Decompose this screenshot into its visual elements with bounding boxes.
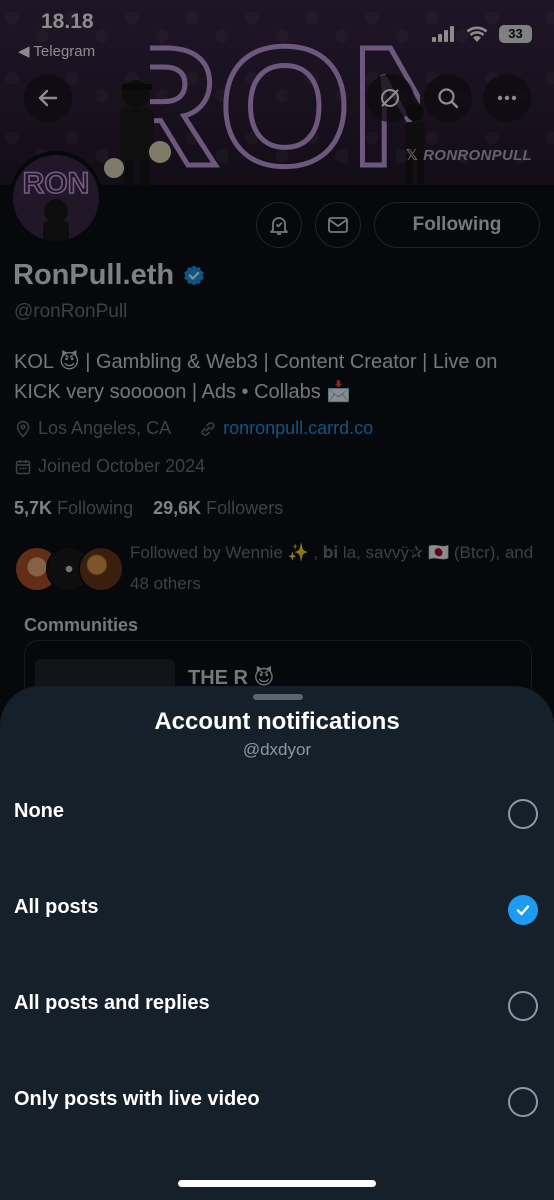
home-indicator[interactable] <box>178 1180 376 1187</box>
option-none[interactable]: None <box>0 774 554 854</box>
option-all-posts-and-replies[interactable]: All posts and replies <box>0 966 554 1046</box>
option-live-video-only[interactable]: Only posts with live video <box>0 1062 554 1142</box>
option-label: All posts <box>14 896 99 918</box>
radio-unchecked-icon[interactable] <box>508 991 538 1021</box>
radio-unchecked-icon[interactable] <box>508 799 538 829</box>
sheet-subtitle: @dxdyor <box>242 740 312 759</box>
checkmark-icon <box>516 905 530 916</box>
option-label: All posts and replies <box>14 992 210 1014</box>
radio-checked-icon[interactable] <box>508 895 538 925</box>
option-label: Only posts with live video <box>14 1088 260 1110</box>
option-all-posts[interactable]: All posts <box>0 870 554 950</box>
radio-unchecked-icon[interactable] <box>508 1087 538 1117</box>
sheet-grabber[interactable] <box>253 694 303 700</box>
account-notifications-sheet: Account notifications @dxdyor None All p… <box>0 686 554 1200</box>
option-label: None <box>14 800 64 822</box>
sheet-title: Account notifications <box>154 708 400 735</box>
